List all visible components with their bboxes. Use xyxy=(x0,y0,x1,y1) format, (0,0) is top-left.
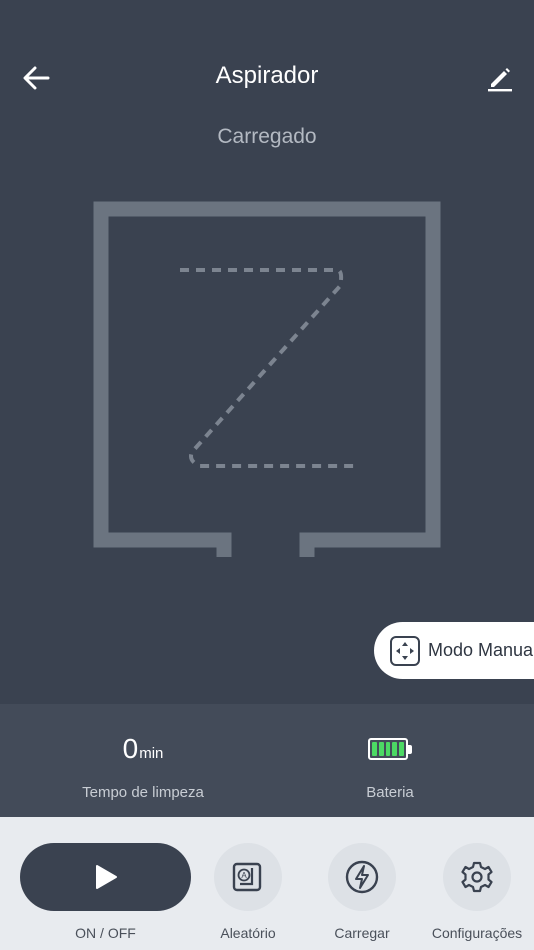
control-bar: ON / OFF A Aleatório Carregar Configuraç… xyxy=(0,817,534,950)
random-mode-button[interactable]: A xyxy=(214,843,282,911)
pencil-icon xyxy=(488,68,512,92)
cleaning-path xyxy=(180,268,356,468)
settings-label: Configurações xyxy=(431,925,523,941)
cleaning-time-unit: min xyxy=(139,745,164,762)
gear-icon xyxy=(461,861,493,893)
header: Aspirador Carregado xyxy=(0,0,534,160)
play-icon xyxy=(95,865,117,889)
status-text: Carregado xyxy=(217,125,317,148)
battery-stat: Bateria xyxy=(310,704,470,817)
battery-label: Bateria xyxy=(366,784,414,801)
on-off-label: ON / OFF xyxy=(75,925,136,941)
settings-button[interactable] xyxy=(443,843,511,911)
edit-button[interactable] xyxy=(482,60,518,96)
random-mode-label: Aleatório xyxy=(220,925,276,941)
manual-mode-label: Modo Manual xyxy=(428,640,534,660)
charge-button[interactable] xyxy=(328,843,396,911)
cleaning-time-stat: 0 min Tempo de limpeza xyxy=(43,704,243,817)
room-wall xyxy=(93,201,441,557)
manual-mode-button[interactable]: Modo Manual xyxy=(374,622,534,679)
battery-icon xyxy=(310,737,470,761)
charge-label: Carregar xyxy=(334,925,390,941)
svg-text:A: A xyxy=(241,871,247,880)
page-title: Aspirador xyxy=(215,62,319,89)
cleaning-time-label: Tempo de limpeza xyxy=(82,784,204,801)
cleaning-time-value: 0 xyxy=(122,733,139,764)
random-mode-icon: A xyxy=(232,862,262,892)
stats-panel: 0 min Tempo de limpeza Bateria xyxy=(0,704,534,817)
on-off-button[interactable] xyxy=(20,843,191,911)
four-way-arrows-icon xyxy=(390,635,420,666)
lightning-bolt-icon xyxy=(345,860,379,894)
room-map-illustration xyxy=(93,201,441,557)
cleaning-map xyxy=(0,190,534,580)
